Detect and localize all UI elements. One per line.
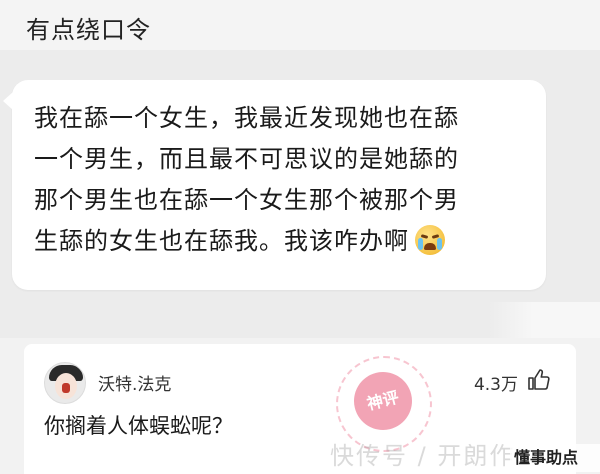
thumbs-up-icon[interactable] [526, 368, 550, 392]
message-line-text: 生舔的女生也在舔我。我该咋办啊 [34, 227, 409, 255]
message-line: 生舔的女生也在舔我。我该咋办啊 [34, 221, 529, 262]
comment-username[interactable]: 沃特.法克 [98, 370, 171, 395]
crying-face-icon [415, 225, 445, 255]
message-text: 我在舔一个女生，我最近发现她也在舔 一个男生，而且最不可思议的是她舔的 那个男生… [34, 98, 529, 262]
message-line: 一个男生，而且最不可思议的是她舔的 [34, 145, 459, 173]
title-bar: 有点绕口令 [0, 0, 600, 50]
message-line: 那个男生也在舔一个女生那个被那个男 [34, 186, 459, 214]
blur-patch [488, 302, 600, 338]
bubble-tail [3, 92, 13, 110]
chat-area: 我在舔一个女生，我最近发现她也在舔 一个男生，而且最不可思议的是她舔的 那个男生… [0, 50, 600, 338]
comment-text: 你搁着人体蜈蚣呢？ [44, 414, 233, 438]
page-title: 有点绕口令 [26, 16, 151, 44]
brand-logo: 懂事助点 [510, 444, 600, 472]
avatar[interactable] [44, 362, 86, 404]
like-count: 4.3万 [473, 375, 518, 395]
message-bubble: 我在舔一个女生，我最近发现她也在舔 一个男生，而且最不可思议的是她舔的 那个男生… [3, 80, 546, 290]
watermark: 快传号 / 开朗作 [330, 442, 516, 470]
message-line: 我在舔一个女生，我最近发现她也在舔 [34, 104, 459, 132]
